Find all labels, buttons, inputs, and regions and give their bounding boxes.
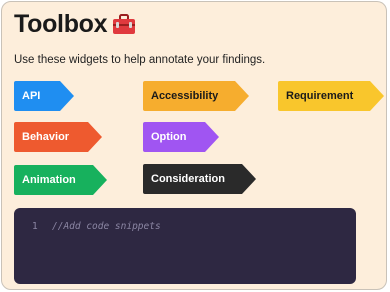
- code-placeholder[interactable]: //Add code snippets: [52, 221, 161, 232]
- tag-accessibility[interactable]: Accessibility: [143, 81, 249, 111]
- tag-api[interactable]: API: [14, 81, 74, 111]
- tag-label: Animation: [22, 174, 76, 186]
- page-title: Toolbox: [14, 10, 136, 39]
- tag-behavior[interactable]: Behavior: [14, 122, 102, 152]
- tag-label: Accessibility: [151, 90, 219, 102]
- subtitle: Use these widgets to help annotate your …: [14, 54, 266, 66]
- tag-label: API: [22, 90, 41, 102]
- toolbox-panel: Toolbox Use these widgets to help annota…: [1, 1, 387, 290]
- tag-label: Consideration: [151, 173, 225, 185]
- tag-animation[interactable]: Animation: [14, 165, 107, 195]
- code-editor[interactable]: 1 //Add code snippets: [14, 208, 356, 284]
- tag-option[interactable]: Option: [143, 122, 219, 152]
- tag-consideration[interactable]: Consideration: [143, 164, 256, 194]
- title-text: Toolbox: [14, 10, 108, 38]
- tag-label: Requirement: [286, 90, 354, 102]
- tag-label: Option: [151, 131, 187, 143]
- tag-label: Behavior: [22, 131, 70, 143]
- tag-requirement[interactable]: Requirement: [278, 81, 384, 111]
- toolbox-icon: [112, 13, 136, 36]
- line-number: 1: [32, 221, 38, 232]
